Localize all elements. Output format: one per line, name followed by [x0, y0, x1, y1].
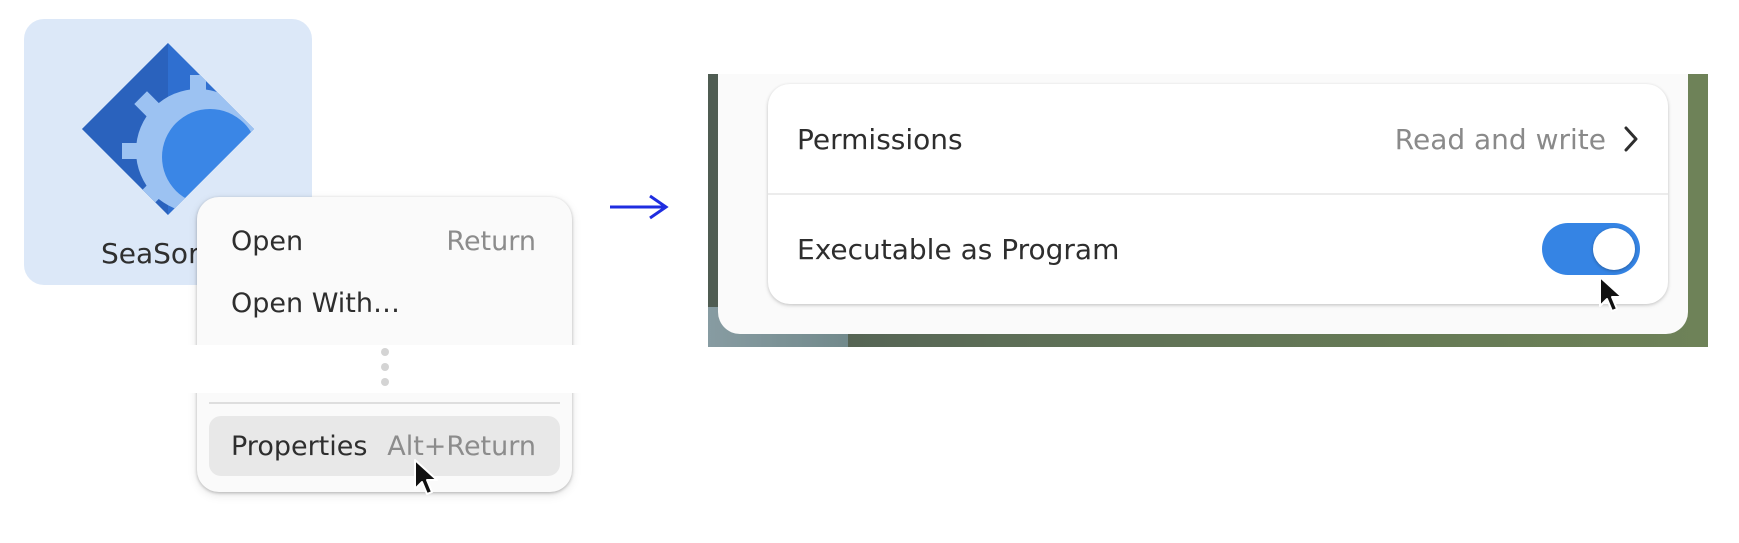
- executable-toggle[interactable]: [1542, 223, 1640, 275]
- permissions-label: Permissions: [797, 122, 963, 156]
- menu-item-label: Open With…: [231, 287, 401, 319]
- toggle-knob: [1593, 228, 1635, 270]
- executable-label: Executable as Program: [797, 232, 1120, 266]
- permissions-row[interactable]: Permissions Read and write: [768, 84, 1668, 194]
- menu-separator: [209, 402, 560, 404]
- right-arrow-icon: [610, 194, 669, 220]
- chevron-right-icon: [1624, 126, 1638, 152]
- properties-screenshot: Permissions Read and write Executable as…: [708, 74, 1708, 347]
- file-name-label: SeaSort: [101, 237, 211, 270]
- seasort-gear-diamond-icon: [82, 43, 254, 215]
- menu-item-shortcut: Return: [446, 225, 536, 257]
- menu-item-properties[interactable]: Properties Alt+Return: [209, 416, 560, 476]
- menu-item-open-with[interactable]: Open With…: [209, 273, 560, 333]
- menu-item-open[interactable]: Open Return: [209, 211, 560, 271]
- properties-card: Permissions Read and write Executable as…: [768, 84, 1668, 304]
- menu-item-label: Open: [231, 225, 304, 257]
- permissions-value: Read and write: [1394, 122, 1606, 156]
- mouse-pointer-icon: [414, 459, 438, 495]
- vertical-ellipsis-icon: [379, 348, 391, 392]
- menu-item-shortcut: Alt+Return: [387, 430, 536, 462]
- menu-item-label: Properties: [231, 430, 368, 462]
- properties-dialog: Permissions Read and write Executable as…: [718, 74, 1688, 334]
- executable-row: Executable as Program: [768, 194, 1668, 304]
- mouse-pointer-icon: [1599, 276, 1623, 312]
